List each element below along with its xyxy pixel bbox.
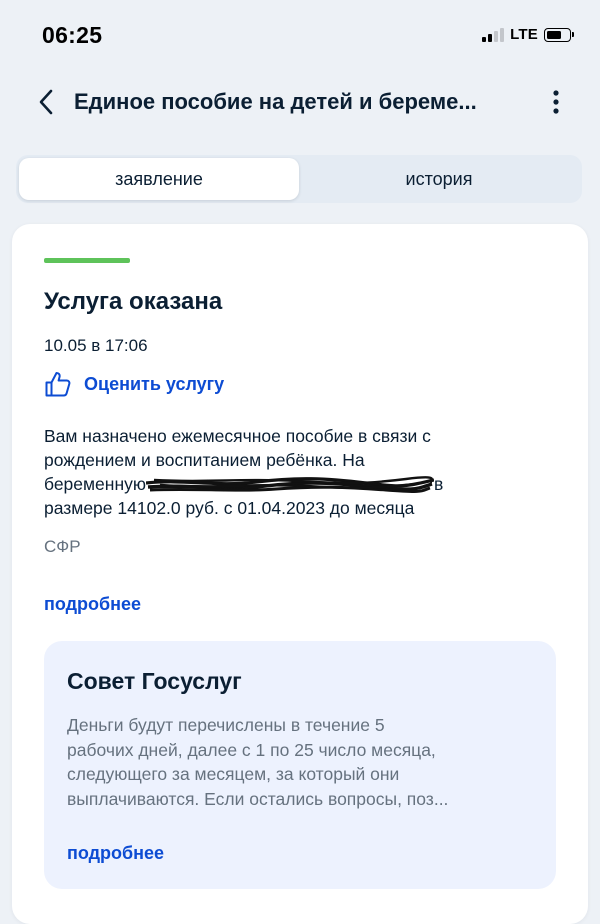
thumbs-up-icon (45, 372, 71, 397)
page-title: Единое пособие на детей и береме... (74, 89, 477, 114)
chevron-left-icon (39, 89, 53, 115)
message-line: Вам назначено ежемесячное пособие в связ… (44, 426, 431, 446)
status-indicator-bar (44, 258, 130, 263)
service-message: Вам назначено ежемесячное пособие в связ… (44, 424, 544, 520)
tip-title: Совет Госуслуг (67, 668, 242, 694)
message-line: размере 14102.0 руб. с 01.04.2023 до мес… (44, 498, 415, 519)
tip-text: Деньги будут перечислены в течение 5 раб… (67, 713, 533, 811)
rate-service-link[interactable]: Оценить услугу (44, 370, 224, 398)
app-header: Единое пособие на детей и береме... (0, 72, 600, 132)
message-text: в (434, 474, 444, 494)
status-time: 06:25 (42, 22, 103, 48)
rate-service-label: Оценить услугу (84, 373, 225, 394)
cellular-signal-icon (482, 27, 505, 42)
details-link[interactable]: подробнее (44, 594, 141, 615)
message-line: беременную в (44, 472, 544, 496)
redaction-scribble (146, 476, 434, 494)
tip-line: рабочих дней, далее с 1 по 25 число меся… (67, 739, 436, 760)
network-type-label: LTE (510, 26, 538, 43)
status-date: 10.05 в 17:06 (44, 336, 148, 355)
battery-icon (544, 27, 574, 42)
tip-details-link[interactable]: подробнее (67, 843, 164, 864)
more-vertical-icon (553, 90, 559, 114)
more-options-button[interactable] (540, 84, 572, 120)
status-indicators: LTE (482, 26, 574, 43)
service-status-title: Услуга оказана (44, 288, 223, 315)
back-button[interactable] (30, 84, 62, 120)
message-text: беременную (44, 474, 146, 494)
tab-history[interactable]: история (299, 158, 579, 200)
tip-line: выплачиваются. Если остались вопросы, по… (67, 788, 449, 809)
status-bar: 06:25 LTE (0, 0, 600, 72)
gosuslugi-tip-box: Совет Госуслуг Деньги будут перечислены … (44, 641, 556, 889)
provider-label: СФР (44, 537, 81, 556)
message-line: рождением и воспитанием ребёнка. На (44, 450, 365, 470)
tip-line: Деньги будут перечислены в течение 5 (67, 715, 385, 735)
tip-line: следующего за месяцем, за который они (67, 764, 400, 784)
segmented-tabs: заявление история (16, 155, 582, 203)
service-status-card: Услуга оказана 10.05 в 17:06 Оценить усл… (12, 224, 588, 924)
tab-application[interactable]: заявление (19, 158, 299, 200)
